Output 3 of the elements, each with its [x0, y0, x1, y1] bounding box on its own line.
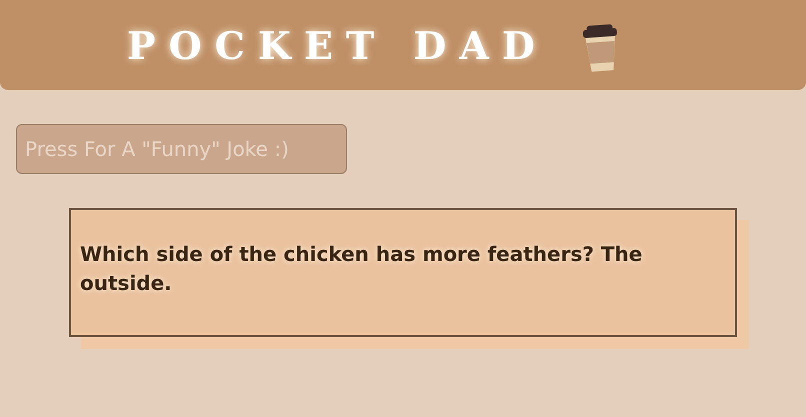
app-title: POCKET DAD: [127, 22, 548, 68]
joke-button[interactable]: Press For A "Funny" Joke :): [16, 124, 347, 174]
joke-text: Which side of the chicken has more feathers? The outside.: [80, 241, 644, 297]
